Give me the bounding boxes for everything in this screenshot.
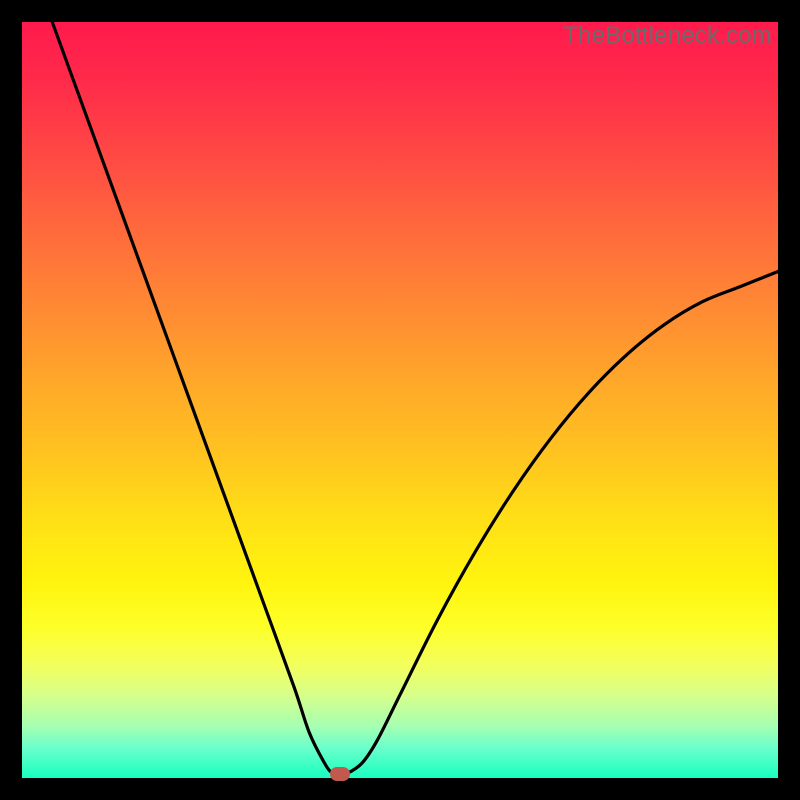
watermark-text: TheBottleneck.com [563,22,772,50]
chart-frame: TheBottleneck.com [22,22,778,778]
optimal-point-marker [330,767,350,781]
bottleneck-curve [22,22,778,778]
